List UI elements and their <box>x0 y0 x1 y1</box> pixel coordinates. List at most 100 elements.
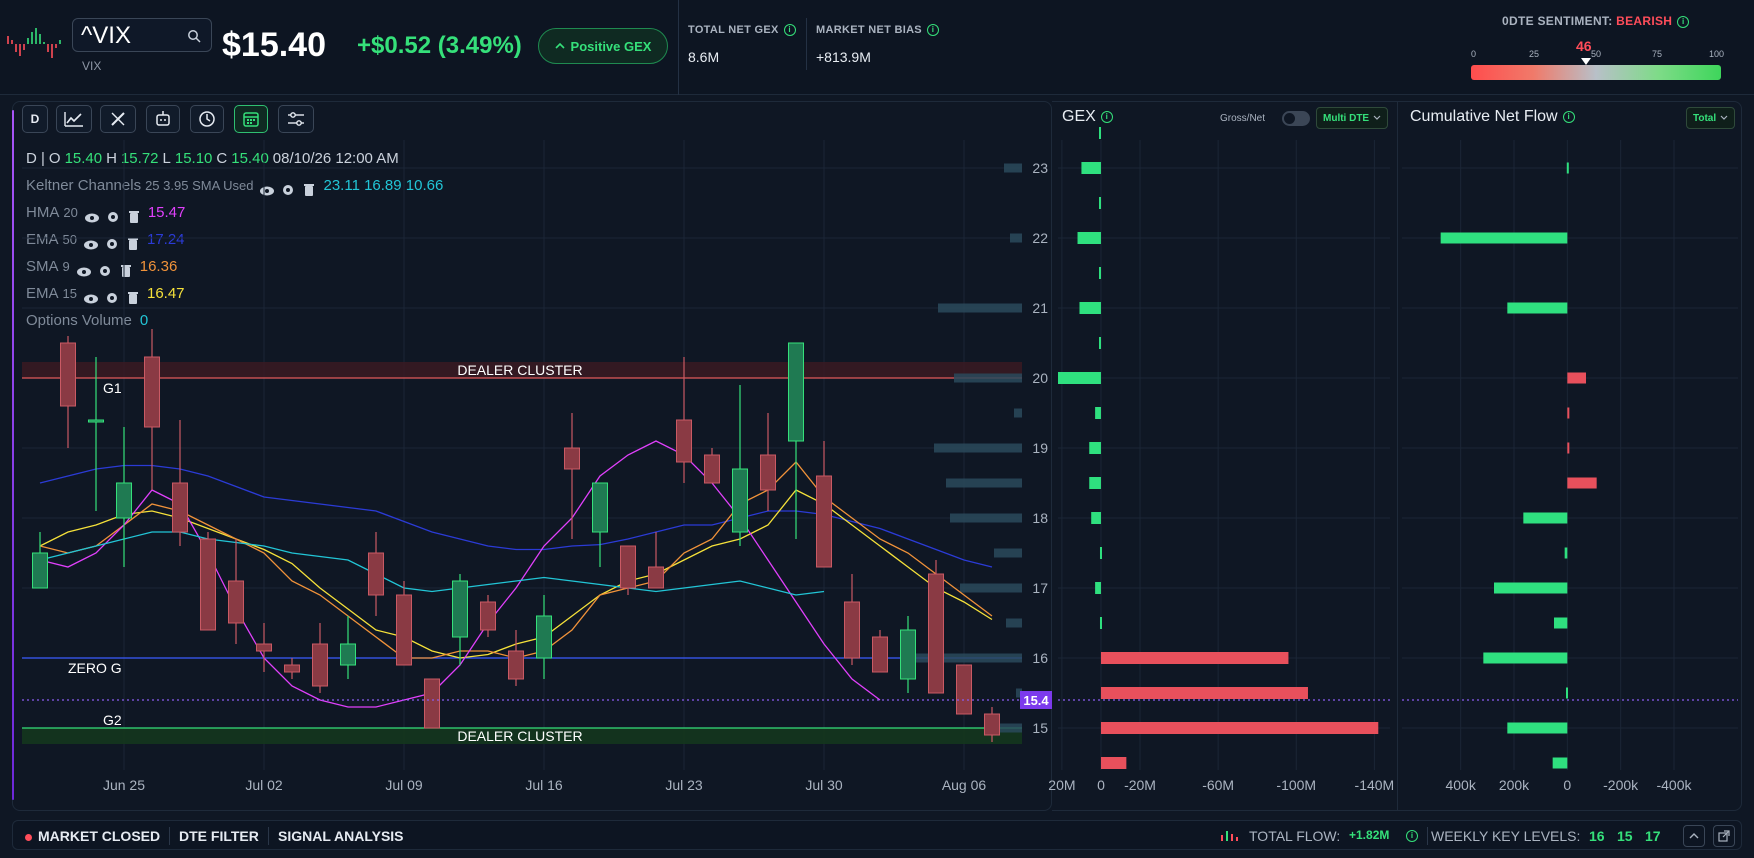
candle-body <box>368 552 384 596</box>
volume-profile-bar <box>1006 618 1022 628</box>
x-tick-label: Jun 25 <box>103 777 145 793</box>
gex-bar <box>1091 512 1101 524</box>
net-flow-bar <box>1567 407 1570 419</box>
gex-bar <box>1089 442 1101 454</box>
y-tick-label: 21 <box>1032 300 1048 316</box>
external-link-icon <box>1718 830 1730 842</box>
y-tick-label: 16 <box>1032 650 1048 666</box>
dte-dropdown-label: Multi DTE <box>1323 112 1370 124</box>
candle-body <box>956 664 972 715</box>
dealer-cluster-label: DEALER CLUSTER <box>457 362 582 378</box>
chevron-up-icon <box>1689 833 1699 839</box>
candle-body <box>508 650 524 680</box>
net-flow-bar <box>1566 162 1569 174</box>
info-icon[interactable]: i <box>1562 110 1575 123</box>
divider <box>169 827 170 845</box>
gex-bar <box>1100 687 1308 699</box>
gex-bar <box>1100 652 1289 664</box>
candle-body <box>340 643 356 666</box>
key-level[interactable]: 16 <box>1589 828 1605 844</box>
x-tick-label: 400k <box>1445 777 1476 793</box>
x-tick-label: 0 <box>1097 777 1105 793</box>
x-tick-label: Jul 09 <box>385 777 423 793</box>
net-flow-bar <box>1564 547 1568 559</box>
x-tick-label: 200k <box>1499 777 1530 793</box>
volume-profile-bar <box>1010 233 1022 243</box>
candle-body <box>32 552 48 589</box>
net-flow-bar <box>1494 582 1568 594</box>
x-tick-label: Jul 16 <box>525 777 563 793</box>
status-bar: MARKET CLOSED DTE FILTER SIGNAL ANALYSIS… <box>12 820 1742 850</box>
candle-body <box>732 468 748 533</box>
candle-body <box>172 482 188 533</box>
x-tick-label: -20M <box>1124 777 1156 793</box>
x-tick-label: -60M <box>1202 777 1234 793</box>
volume-profile-bar <box>994 548 1022 558</box>
gex-bar <box>1100 757 1127 769</box>
candle-body <box>536 615 552 659</box>
dealer-cluster-label: DEALER CLUSTER <box>457 728 582 744</box>
signal-analysis-button[interactable]: SIGNAL ANALYSIS <box>278 828 404 844</box>
net-flow-bar <box>1567 372 1586 384</box>
volume-profile-bar <box>950 513 1022 523</box>
x-tick-label: -100M <box>1276 777 1316 793</box>
candle-body <box>256 643 272 652</box>
volume-profile-bar <box>938 303 1022 313</box>
x-tick-label: 0 <box>1563 777 1571 793</box>
y-tick-label: 19 <box>1032 440 1048 456</box>
gross-net-toggle[interactable] <box>1282 111 1310 126</box>
x-tick-label: Jul 02 <box>245 777 283 793</box>
collapse-button[interactable] <box>1683 825 1705 847</box>
candle-body <box>116 482 132 519</box>
net-flow-bar <box>1507 722 1568 734</box>
y-tick-label: 23 <box>1032 160 1048 176</box>
candle-body <box>648 566 664 589</box>
volume-profile-bar <box>904 653 1022 663</box>
gex-bar <box>1081 162 1101 174</box>
x-tick-label: -400k <box>1656 777 1692 793</box>
candle-body <box>144 356 160 428</box>
net-flow-bar <box>1552 757 1568 769</box>
dte-filter-button[interactable]: DTE FILTER <box>179 828 259 844</box>
gex-bar <box>1100 722 1379 734</box>
x-tick-label: -200k <box>1603 777 1639 793</box>
gex-bar <box>1099 127 1102 139</box>
x-tick-label: Jul 23 <box>665 777 703 793</box>
zero-g-label: ZERO G <box>68 660 122 676</box>
net-flow-bar <box>1554 617 1568 629</box>
total-flow-label: TOTAL FLOW: <box>1249 828 1341 844</box>
dte-dropdown[interactable]: Multi DTE <box>1316 107 1389 129</box>
net-flow-bar <box>1440 232 1568 244</box>
charts-canvas: Jun 25 Jul 02 Jul 09 Jul 16 Jul 23 Jul 30 Aug … <box>22 127 1738 793</box>
price-gridlines: Jun 25 Jul 02 Jul 09 Jul 16 Jul 23 Jul 30 Aug … <box>22 140 1022 793</box>
info-icon[interactable]: i <box>1406 830 1418 842</box>
y-tick-label: 22 <box>1032 230 1048 246</box>
gex-chart: 20M 0 -20M -60M -100M -140M <box>1048 127 1394 793</box>
candle-body <box>564 447 580 470</box>
gex-bar <box>1099 267 1102 279</box>
candle-body <box>424 678 440 729</box>
gex-title: GEX i <box>1062 108 1113 126</box>
volume-profile-bar <box>1014 408 1022 418</box>
candle-body <box>872 636 888 673</box>
chevron-down-icon <box>1720 115 1728 120</box>
info-icon[interactable]: i <box>1100 110 1113 123</box>
net-flow-bar <box>1567 477 1597 489</box>
market-status: MARKET CLOSED <box>25 828 160 844</box>
net-flow-bar <box>1567 442 1570 454</box>
candle-body <box>844 601 860 659</box>
candle-body <box>452 580 468 638</box>
key-level[interactable]: 17 <box>1645 828 1661 844</box>
net-flow-bar <box>1483 652 1568 664</box>
volume-profile-bar <box>946 478 1022 488</box>
candle-body <box>88 419 104 423</box>
g1-label: G1 <box>103 380 122 396</box>
candle-body <box>60 342 76 407</box>
flow-type-dropdown[interactable]: Total <box>1686 107 1736 129</box>
candle-body <box>228 580 244 624</box>
flow-type-label: Total <box>1693 112 1717 124</box>
popout-button[interactable] <box>1713 825 1735 847</box>
candle-body <box>592 482 608 533</box>
x-tick-label: 20M <box>1048 777 1075 793</box>
key-level[interactable]: 15 <box>1617 828 1633 844</box>
